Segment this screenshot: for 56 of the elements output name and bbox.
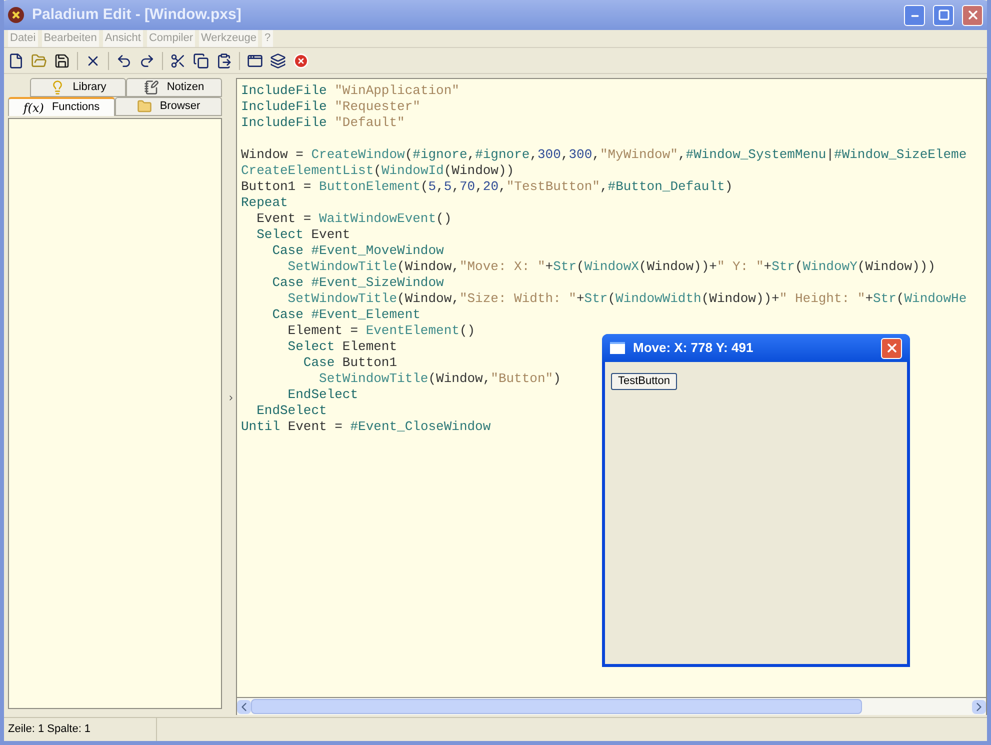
code-line: EndSelect — [286, 387, 358, 403]
code-line: Case #Event_Element — [271, 307, 420, 323]
code-line: CreateElementList(WindowId(Window)) — [241, 163, 514, 179]
maximize-button[interactable] — [933, 4, 954, 26]
function-icon: f(x) — [23, 102, 44, 114]
code-line: Window = CreateWindow(#ignore,#ignore,300,300,"MyWindow",#Window_SystemMenu|#Window_SizeEleme — [241, 147, 967, 163]
save-icon[interactable] — [54, 52, 70, 68]
new-file-icon[interactable] — [8, 52, 24, 68]
code-line: Case #Event_SizeWindow — [271, 275, 444, 291]
undo-icon[interactable] — [116, 52, 132, 68]
panel-tab[interactable]: Notizen — [126, 78, 222, 97]
cut-icon[interactable] — [170, 52, 186, 68]
redo-icon[interactable] — [139, 52, 155, 68]
code-line: Select Event — [256, 227, 350, 243]
minimize-button[interactable] — [904, 4, 925, 26]
stop-icon[interactable] — [293, 52, 309, 68]
code-line: SetWindowTitle(Window,"Button") — [318, 371, 561, 387]
code-line: Until Event = #Event_CloseWindow — [241, 419, 491, 435]
scroll-left-icon[interactable] — [237, 700, 251, 714]
open-folder-icon[interactable] — [31, 52, 47, 68]
close-button[interactable] — [962, 4, 983, 26]
window-icon[interactable] — [247, 52, 263, 68]
close-icon — [884, 341, 898, 355]
folder-icon — [136, 99, 152, 114]
window-title: Paladium Edit - [Window.pxs] — [32, 4, 242, 25]
panel-tab[interactable]: f(x) Functions — [8, 97, 115, 116]
code-line: Select Element — [286, 339, 398, 355]
notepad-icon — [144, 80, 159, 95]
code-line: IncludeFile "WinApplication" — [241, 83, 460, 99]
stacked-windows-icon[interactable] — [270, 52, 286, 68]
scroll-right-icon[interactable] — [972, 700, 986, 714]
code-line: IncludeFile "Requester" — [241, 99, 420, 115]
close-button[interactable] — [881, 338, 902, 358]
test-window-title: Move: X: 778 Y: 491 — [633, 339, 754, 358]
code-line: IncludeFile "Default" — [241, 115, 405, 131]
code-line: SetWindowTitle(Window,"Size: Width: "+Str(WindowWidth(Window))+" Height: "+Str(WindowHe — [286, 291, 967, 307]
code-line: Case #Event_MoveWindow — [271, 243, 444, 259]
code-line: SetWindowTitle(Window,"Move: X: "+Str(WindowX(Window))+" Y: "+Str(WindowY(Window))) — [286, 259, 936, 275]
code-line: Case Button1 — [302, 355, 398, 371]
app-logo-icon — [8, 7, 24, 23]
code-line: Element = EventElement() — [286, 323, 476, 339]
panel-tab[interactable]: Library — [30, 78, 126, 97]
close-icon — [966, 8, 980, 22]
code-line: Event = WaitWindowEvent() — [256, 211, 452, 227]
maximize-icon — [938, 9, 950, 21]
status-text: Zeile: 1 Spalte: 1 — [4, 718, 157, 741]
code-line: Button1 = ButtonElement(5,5,70,20,"TestButton",#Button_Default) — [241, 179, 733, 195]
panel-tab[interactable]: Browser — [115, 97, 222, 116]
copy-icon[interactable] — [193, 52, 209, 68]
code-line: EndSelect — [256, 403, 327, 419]
window-icon — [610, 342, 625, 354]
code-line: Repeat — [241, 195, 288, 211]
horizontal-scrollbar[interactable] — [236, 698, 987, 715]
test-button[interactable]: TestButton — [611, 373, 677, 390]
paste-icon[interactable] — [216, 52, 232, 68]
scroll-thumb[interactable] — [251, 699, 862, 714]
